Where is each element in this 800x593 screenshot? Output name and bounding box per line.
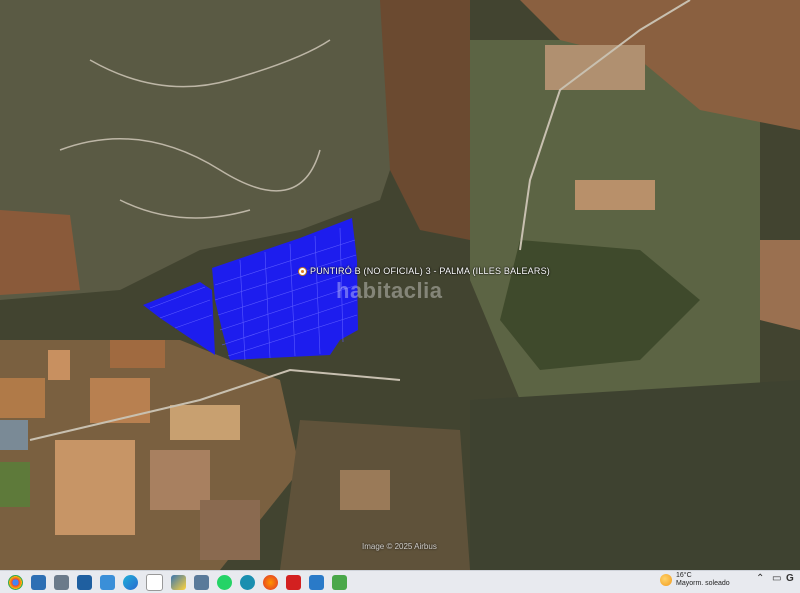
network-icon[interactable]: ▭: [772, 573, 781, 584]
weather-temperature: 16°C: [676, 572, 692, 579]
media-icon[interactable]: [332, 574, 347, 590]
acrobat-icon[interactable]: [286, 574, 301, 590]
firefox-icon[interactable]: [263, 574, 278, 590]
chrome-icon[interactable]: [8, 574, 23, 590]
python-icon[interactable]: [171, 574, 186, 590]
browser-icon[interactable]: [240, 574, 255, 590]
location-pin-icon: [298, 266, 307, 276]
store-icon[interactable]: [194, 574, 209, 590]
weather-condition: Mayorm. soleado: [676, 580, 730, 587]
whatsapp-icon[interactable]: [217, 574, 232, 590]
file-explorer-icon[interactable]: [54, 574, 69, 590]
imagery-credit: Image © 2025 Airbus: [362, 542, 437, 551]
satellite-map[interactable]: habitaclia PUNTIRÓ B (NO OFICIAL) 3 - PA…: [0, 0, 800, 570]
edge-icon[interactable]: [123, 574, 138, 590]
chevron-up-icon[interactable]: ⌃: [756, 573, 764, 584]
place-label: PUNTIRÓ B (NO OFICIAL) 3 - PALMA (ILLES …: [310, 266, 550, 276]
weather-widget[interactable]: 16°C Mayorm. soleado: [660, 572, 730, 588]
place-marker[interactable]: PUNTIRÓ B (NO OFICIAL) 3 - PALMA (ILLES …: [298, 266, 550, 276]
watermark-text: habitaclia: [336, 278, 443, 303]
sun-icon: [660, 574, 672, 586]
tray-letter[interactable]: G: [786, 573, 794, 584]
sync-icon[interactable]: [309, 574, 324, 590]
photos-icon[interactable]: [100, 574, 115, 590]
remote-desktop-icon[interactable]: [77, 574, 92, 590]
task-manager-icon[interactable]: [31, 574, 46, 590]
notepad-icon[interactable]: [146, 573, 163, 591]
